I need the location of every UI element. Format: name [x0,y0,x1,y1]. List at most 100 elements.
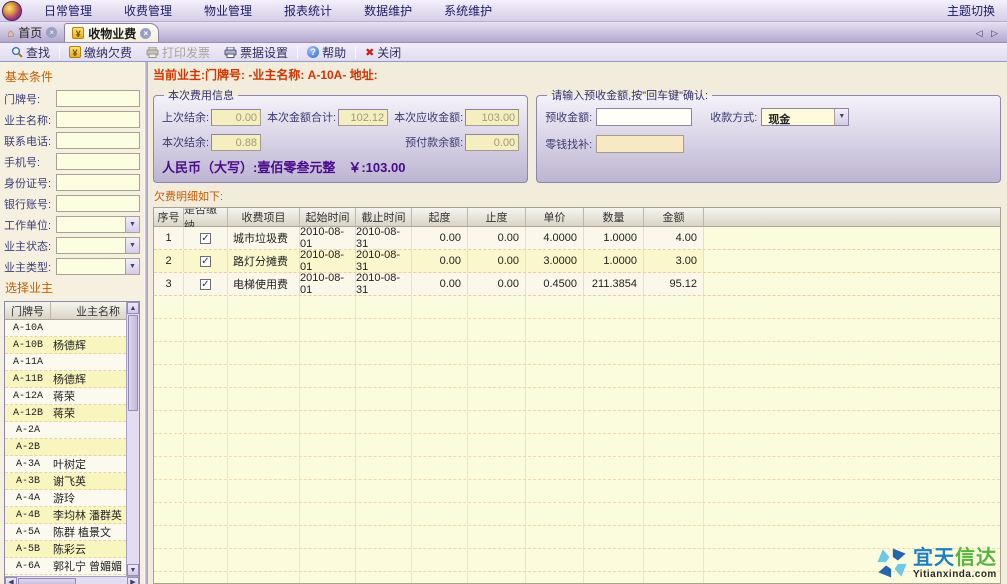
detail-cell-start: 2010-08-01 [300,227,356,249]
owner-list-vscrollbar[interactable]: ▲ ▼ [126,302,139,576]
detail-cell-seq: 2 [154,250,184,272]
field-combo[interactable]: ▼ [56,237,140,254]
owner-row[interactable]: A-5B陈彩云 [5,541,126,558]
detail-row[interactable]: 1✓城市垃圾费2010-08-012010-08-310.000.004.000… [154,227,1000,250]
detail-col-header[interactable]: 收费项目 [228,208,300,226]
app-logo-orb-icon[interactable] [2,1,22,21]
empty-grid-row [154,526,1000,549]
field-input[interactable] [56,195,140,212]
find-button[interactable]: 查找 [4,44,57,61]
field-input[interactable] [56,132,140,149]
paid-checkbox[interactable]: ✓ [200,233,211,244]
chevron-down-icon[interactable]: ▼ [125,238,139,253]
owner-name-cell: 郭礼宁 曾媚媚 [51,558,126,574]
detail-col-header[interactable]: 数量 [584,208,644,226]
arrears-detail-table: 序号是否缴纳收费项目起始时间截止时间起度止度单价数量金额 1✓城市垃圾费2010… [153,207,1001,584]
owner-name-cell: 杨德辉 [51,337,126,353]
owner-row[interactable]: A-5A陈群 植景文 [5,524,126,541]
owner-row[interactable]: A-3B谢飞英 [5,473,126,490]
field-input[interactable] [56,111,140,128]
owner-col-id-header[interactable]: 门牌号 [5,302,51,319]
menu-item-property[interactable]: 物业管理 [188,2,268,19]
menu-item-data[interactable]: 数据维护 [348,2,428,19]
scroll-down-icon[interactable]: ▼ [127,564,139,576]
toolbar-separator [297,46,298,59]
combo-value [57,217,125,232]
help-icon: ? [307,46,319,58]
detail-col-header[interactable]: 是否缴纳 [184,208,228,226]
field-combo[interactable]: ▼ [56,258,140,275]
paid-checkbox[interactable]: ✓ [200,256,211,267]
owner-row[interactable]: A-12B蒋荣 [5,405,126,422]
owner-list: 门牌号 业主名称 A-10AA-10B杨德辉 A-11A A-11B杨德辉A-12A… [4,301,140,584]
logo-cn-part2: 信达 [955,547,997,569]
owner-row[interactable]: A-11B杨德辉 [5,371,126,388]
detail-col-header[interactable]: 起始时间 [300,208,356,226]
owner-list-hscrollbar[interactable]: ◀ ▶ [5,576,139,584]
owner-row[interactable]: A-2A [5,422,126,439]
field-label: 门牌号: [4,91,56,107]
detail-row[interactable]: 3✓电梯使用费2010-08-012010-08-310.000.000.450… [154,273,1000,296]
chevron-down-icon[interactable]: ▼ [125,217,139,232]
detail-col-header[interactable]: 金额 [644,208,704,226]
owner-name-cell: 杨德辉 [51,371,126,387]
detail-col-header[interactable]: 单价 [526,208,584,226]
detail-cell-qty: 1.0000 [584,227,644,249]
detail-row[interactable]: 2✓路灯分摊费2010-08-012010-08-310.000.003.000… [154,250,1000,273]
pay-method-select[interactable]: 现金 ▼ [761,108,849,126]
owner-row[interactable]: A-12A蒋荣 [5,388,126,405]
owner-row[interactable]: A-4A游玲 [5,490,126,507]
owner-row[interactable]: A-11A [5,354,126,371]
owner-row[interactable]: A-2B [5,439,126,456]
scroll-right-icon[interactable]: ▶ [127,577,139,584]
chevron-down-icon[interactable]: ▼ [125,259,139,274]
menu-item-daily[interactable]: 日常管理 [28,2,108,19]
paid-checkbox[interactable]: ✓ [200,279,211,290]
scroll-up-icon[interactable]: ▲ [127,302,139,314]
owner-list-header: 门牌号 业主名称 [5,302,126,320]
field-input[interactable] [56,90,140,107]
hscroll-thumb[interactable] [18,578,76,584]
owner-row[interactable]: A-6A郭礼宁 曾媚媚 [5,558,126,575]
close-label: 关闭 [377,44,401,61]
tab-collect-fee-close-icon[interactable]: × [140,28,151,39]
toolbar-separator [59,46,60,59]
menu-item-system[interactable]: 系统维护 [428,2,508,19]
owner-row[interactable]: A-4B李均林 潘群英 [5,507,126,524]
owner-row[interactable]: A-3A叶树定 [5,456,126,473]
help-button[interactable]: ? 帮助 [300,44,353,61]
prepaid-value: 0.00 [465,134,519,151]
detail-cell-start: 2010-08-01 [300,273,356,295]
menu-item-charge[interactable]: 收费管理 [108,2,188,19]
field-input[interactable] [56,153,140,170]
chevron-down-icon[interactable]: ▼ [834,109,848,125]
scroll-left-icon[interactable]: ◀ [5,577,17,584]
prepay-amount-input[interactable] [596,108,692,126]
print-invoice-label: 打印发票 [162,44,210,61]
field-input[interactable] [56,174,140,191]
owner-id-cell: A-11A [5,357,51,368]
owner-col-name-header[interactable]: 业主名称 [51,302,126,319]
detail-col-header[interactable]: 止度 [468,208,526,226]
owner-row[interactable]: A-10A [5,320,126,337]
owner-name-cell: 陈彩云 [51,541,126,557]
detail-col-header[interactable]: 起度 [412,208,468,226]
prepaid-label: 预付款余额: [405,134,463,150]
detail-col-header[interactable]: 截止时间 [356,208,412,226]
close-button[interactable]: ✖ 关闭 [358,44,408,61]
menu-item-report[interactable]: 报表统计 [268,2,348,19]
detail-col-header[interactable]: 序号 [154,208,184,226]
detail-cell-to: 0.00 [468,250,526,272]
owner-row[interactable]: A-10B杨德辉 [5,337,126,354]
vscroll-thumb[interactable] [128,315,138,411]
field-combo[interactable]: ▼ [56,216,140,233]
tab-home-close-icon[interactable]: × [46,27,57,38]
theme-switch-button[interactable]: 主题切换 [947,2,1007,19]
field-label: 业主名称: [4,112,56,128]
tab-home[interactable]: ⌂ 首页 × [0,23,64,42]
pay-arrears-button[interactable]: ¥ 缴纳欠费 [62,44,139,61]
tab-scroll-arrows[interactable]: ◁ ▷ [976,28,1007,42]
combo-value [57,238,125,253]
receipt-setup-button[interactable]: 票据设置 [217,44,295,61]
tab-collect-fee[interactable]: ¥ 收物业费 × [64,23,159,42]
